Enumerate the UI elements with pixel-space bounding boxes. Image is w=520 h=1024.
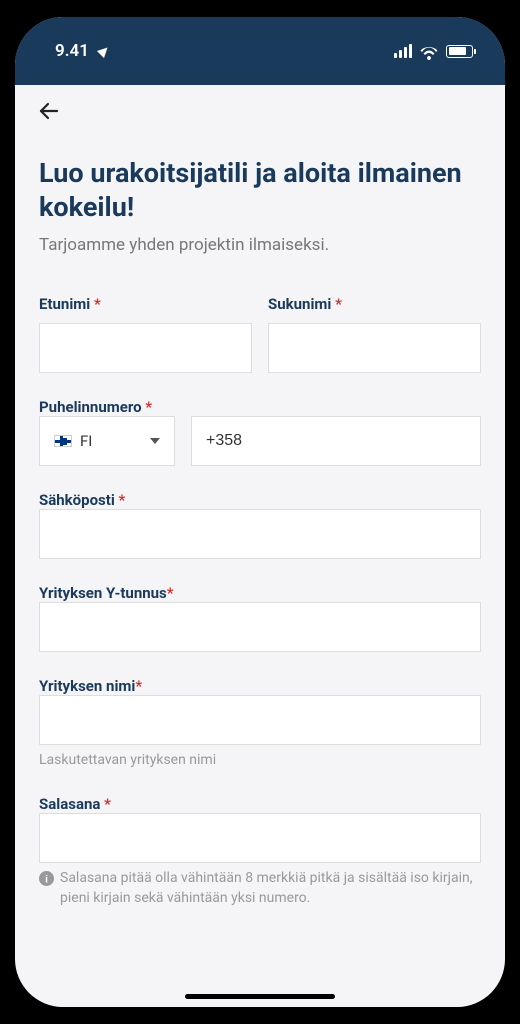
password-group: Salasana * i Salasana pitää olla vähintä… [39,794,481,908]
chevron-down-icon [150,438,160,444]
company-name-group: Yrityksen nimi* Laskutettavan yrityksen … [39,676,481,771]
flag-fi-icon [54,435,72,447]
phone-frame: 9.41 Luo urakoitsijatili ja aloita ilmai… [15,17,505,1007]
battery-icon [446,45,473,58]
required-mark: * [331,295,342,313]
first-name-input[interactable] [39,323,252,373]
status-time-group: 9.41 [55,41,109,61]
page-title: Luo urakoitsijatili ja aloita ilmainen k… [39,157,481,225]
last-name-group: Sukunimi * [268,295,481,373]
location-icon [97,44,111,58]
phone-label: Puhelinnumero * [39,398,152,416]
required-mark: * [90,295,101,313]
home-indicator[interactable] [185,994,335,999]
required-mark: * [135,677,142,695]
password-helper: i Salasana pitää olla vähintään 8 merkki… [39,869,481,908]
password-input[interactable] [39,813,481,863]
required-mark: * [167,584,174,602]
required-mark: * [100,795,111,813]
business-id-group: Yrityksen Y-tunnus* [39,583,481,652]
business-id-label: Yrityksen Y-tunnus* [39,584,174,602]
svg-text:i: i [45,874,48,885]
status-bar: 9.41 [15,17,505,85]
company-name-input[interactable] [39,695,481,745]
back-button[interactable] [35,97,63,125]
status-indicators [394,44,473,58]
country-code: FI [80,432,92,450]
phone-input[interactable] [191,416,481,466]
email-group: Sähköposti * [39,490,481,559]
page-subtitle: Tarjoamme yhden projektin ilmaiseksi. [39,235,481,255]
info-icon: i [39,871,54,886]
company-name-helper: Laskutettavan yrityksen nimi [39,751,481,771]
required-mark: * [142,398,153,416]
email-input[interactable] [39,509,481,559]
last-name-input[interactable] [268,323,481,373]
email-label: Sähköposti * [39,491,125,509]
first-name-group: Etunimi * [39,295,252,373]
country-select[interactable]: FI [39,416,175,466]
signal-icon [394,44,412,58]
phone-group: Puhelinnumero * FI [39,397,481,466]
required-mark: * [115,491,126,509]
company-name-label: Yrityksen nimi* [39,677,142,695]
wifi-icon [420,45,438,58]
business-id-input[interactable] [39,602,481,652]
nav-bar [15,85,505,137]
form-content: Luo urakoitsijatili ja aloita ilmainen k… [15,137,505,1007]
status-time: 9.41 [55,41,89,61]
password-label: Salasana * [39,795,111,813]
first-name-label: Etunimi * [39,295,252,313]
last-name-label: Sukunimi * [268,295,481,313]
